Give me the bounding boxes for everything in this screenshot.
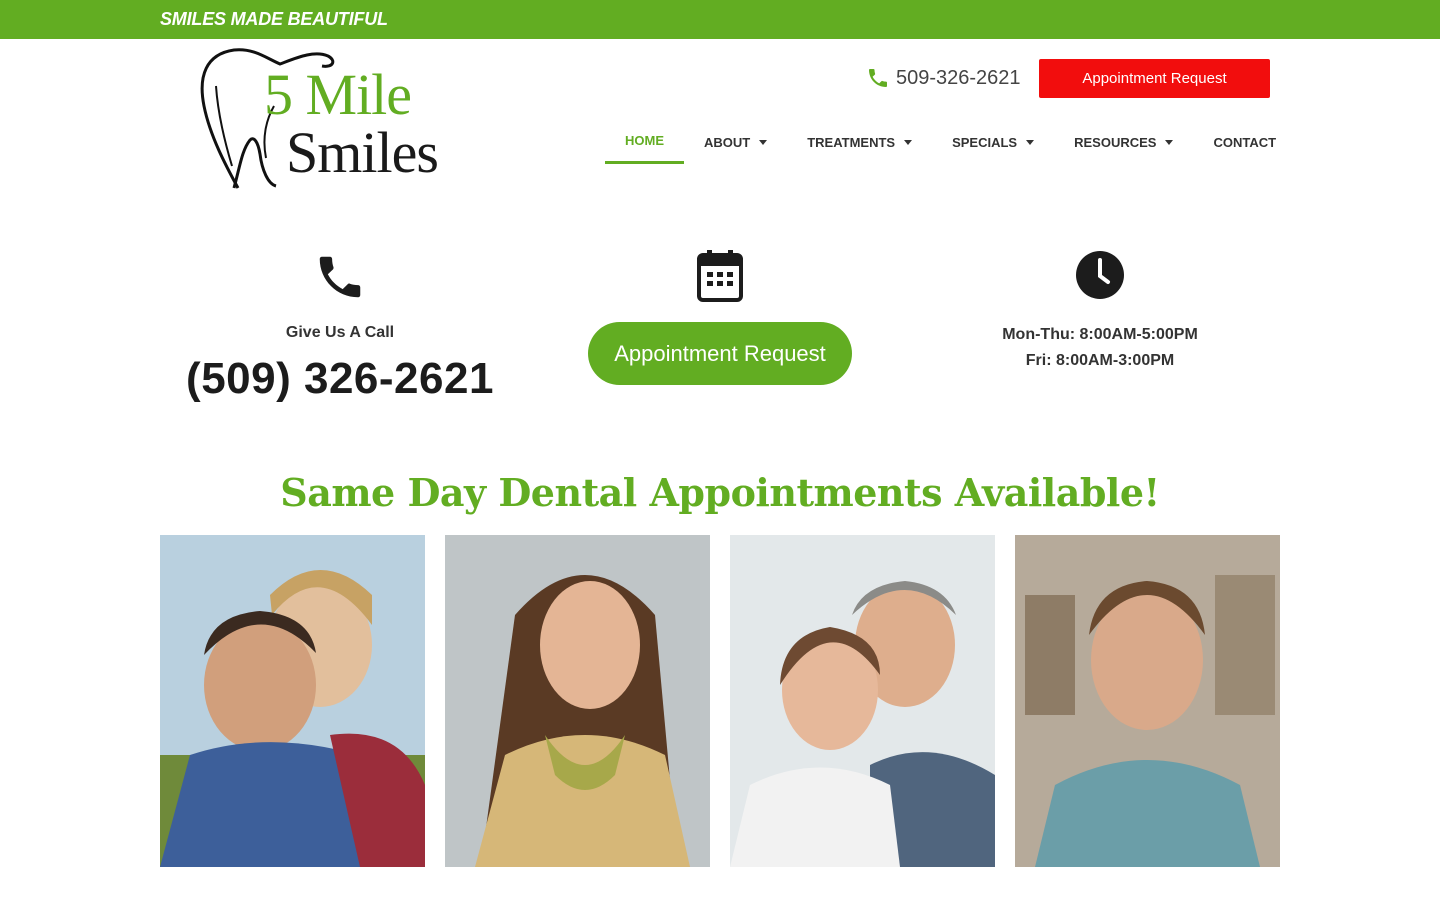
photo-couple (160, 535, 425, 867)
logo-text-line1: 5 Mile (264, 62, 412, 127)
call-phone-number[interactable]: (509) 326-2621 (150, 354, 530, 404)
header-appointment-button[interactable]: Appointment Request (1039, 59, 1270, 98)
caret-down-icon (759, 139, 768, 145)
caret-down-icon (1165, 139, 1174, 145)
nav-item-treatments[interactable]: TREATMENTS (787, 120, 932, 164)
hours-fri: Fri: 8:00AM-3:00PM (1025, 352, 1175, 369)
nav-item-contact[interactable]: CONTACT (1193, 120, 1296, 164)
top-banner: SMILES MADE BEAUTIFUL (0, 0, 1440, 39)
appointment-request-button[interactable]: Appointment Request (588, 322, 852, 385)
logo-text-line2: Smiles (286, 120, 439, 185)
header-phone-number: 509-326-2621 (896, 66, 1021, 89)
main-navigation: HOME ABOUT TREATMENTS SPECIALS RESOURCES… (605, 120, 1296, 164)
site-logo[interactable]: 5 Mile Smiles (196, 46, 456, 192)
header-phone-link[interactable]: 509-326-2621 (866, 66, 1021, 90)
nav-item-about[interactable]: ABOUT (684, 120, 787, 164)
call-section: Give Us A Call (509) 326-2621 (150, 250, 530, 404)
appointment-section: Appointment Request (530, 250, 910, 385)
phone-icon (319, 256, 361, 298)
calendar-icon (697, 250, 743, 302)
tagline: SMILES MADE BEAUTIFUL (160, 9, 388, 29)
hours-section: Mon-Thu: 8:00AM-5:00PM Fri: 8:00AM-3:00P… (910, 250, 1290, 374)
page-headline: Same Day Dental Appointments Available! (280, 470, 1160, 515)
hours-mon-thu: Mon-Thu: 8:00AM-5:00PM (1002, 326, 1198, 343)
nav-item-home[interactable]: HOME (605, 120, 684, 164)
photo-woman (445, 535, 710, 867)
nav-item-resources[interactable]: RESOURCES (1054, 120, 1193, 164)
photo-older-couple (730, 535, 995, 867)
photo-man (1015, 535, 1280, 867)
phone-icon (869, 69, 887, 87)
caret-down-icon (904, 139, 913, 145)
caret-down-icon (1026, 139, 1035, 145)
call-label: Give Us A Call (285, 324, 395, 341)
clock-icon (1076, 251, 1124, 299)
nav-item-specials[interactable]: SPECIALS (932, 120, 1054, 164)
